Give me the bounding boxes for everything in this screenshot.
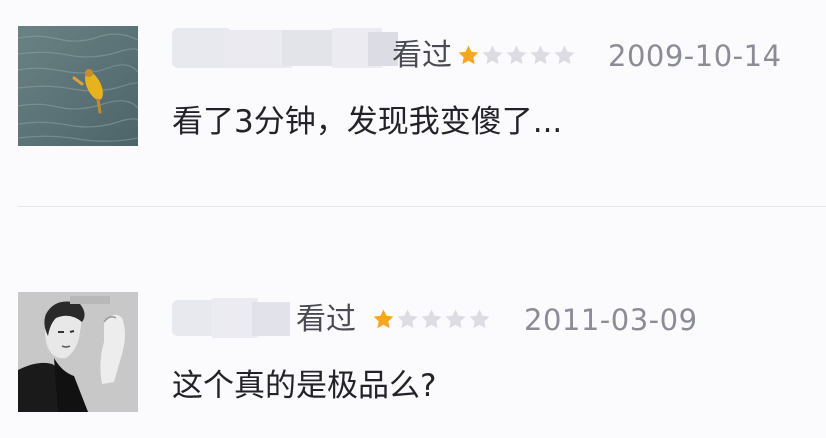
- review-item: 看过 2011-03-09 这个真的是极品么?: [0, 290, 826, 430]
- review-item: 看过 2009-10-14 看了3分钟，发现我变傻了...: [0, 24, 826, 174]
- star-empty-icon: [445, 309, 466, 329]
- star-empty-icon: [482, 45, 503, 65]
- review-comment: 这个真的是极品么?: [172, 368, 437, 404]
- review-date: 2011-03-09: [524, 303, 698, 337]
- star-empty-icon: [530, 45, 551, 65]
- user-avatar[interactable]: [18, 26, 138, 146]
- star-empty-icon: [506, 45, 527, 65]
- star-empty-icon: [421, 309, 442, 329]
- star-filled-icon: [373, 309, 394, 329]
- star-filled-icon: [458, 45, 479, 65]
- star-empty-icon: [469, 309, 490, 329]
- star-empty-icon: [397, 309, 418, 329]
- username-blurred[interactable]: [172, 24, 400, 72]
- username-blurred[interactable]: [172, 294, 292, 342]
- review-comment: 看了3分钟，发现我变傻了...: [172, 104, 563, 140]
- status-label: 看过: [296, 302, 356, 337]
- star-rating: [457, 44, 577, 67]
- divider: [18, 206, 826, 207]
- star-empty-icon: [554, 45, 575, 65]
- star-rating: [372, 308, 492, 331]
- user-avatar[interactable]: [18, 292, 138, 412]
- status-label: 看过: [392, 38, 452, 73]
- review-date: 2009-10-14: [608, 39, 782, 73]
